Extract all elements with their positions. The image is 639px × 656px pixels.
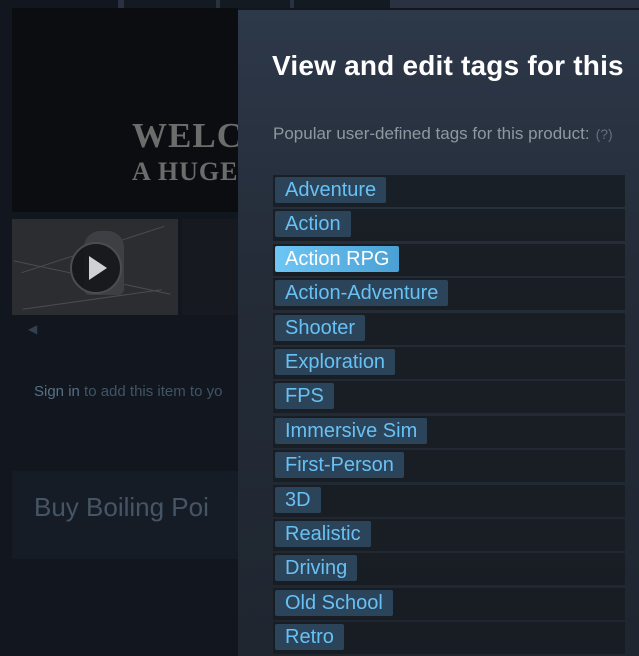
media-strip <box>118 0 639 8</box>
help-hint[interactable]: (?) <box>596 126 613 142</box>
tag-list: Adventure Action Action RPG Action-Adven… <box>273 175 625 656</box>
tag-row: Old School <box>273 587 625 620</box>
purchase-title: Buy Boiling Poi <box>34 492 209 522</box>
tag-row: Adventure <box>273 175 625 207</box>
modal-subtitle-text: Popular user-defined tags for this produ… <box>273 124 590 143</box>
tag-row: First-Person <box>273 450 625 483</box>
tag-shooter[interactable]: Shooter <box>275 314 366 341</box>
tag-action-adventure[interactable]: Action-Adventure <box>275 280 449 307</box>
hero-media-text: WELC A HUGE <box>132 116 238 187</box>
tag-row: Action-Adventure <box>273 278 625 311</box>
tag-action[interactable]: Action <box>275 211 351 238</box>
tag-exploration[interactable]: Exploration <box>275 348 396 375</box>
modal-title: View and edit tags for this <box>272 50 624 81</box>
tag-row: Realistic <box>273 518 625 551</box>
tag-row: Exploration <box>273 346 625 379</box>
tag-action-rpg[interactable]: Action RPG <box>275 245 400 272</box>
signin-prompt-text: to add this item to yo <box>79 383 223 400</box>
tag-row: Action <box>273 209 625 242</box>
tag-row: Shooter <box>273 312 625 345</box>
screenshot-thumbnail[interactable] <box>182 219 238 315</box>
modal-subtitle: Popular user-defined tags for this produ… <box>273 121 613 147</box>
tag-row: FPS <box>273 381 625 414</box>
tag-driving[interactable]: Driving <box>275 555 358 582</box>
tag-fps[interactable]: FPS <box>275 383 334 410</box>
play-icon[interactable] <box>70 242 122 294</box>
tag-row: 3D <box>273 484 625 517</box>
tag-immersive-sim[interactable]: Immersive Sim <box>275 417 428 444</box>
tag-first-person[interactable]: First-Person <box>275 452 404 479</box>
edit-tags-modal: View and edit tags for this Popular user… <box>238 10 639 656</box>
signin-link[interactable]: Sign in <box>34 383 80 400</box>
tag-3d[interactable]: 3D <box>275 486 321 513</box>
hero-media[interactable]: WELC A HUGE <box>12 8 238 212</box>
tag-adventure[interactable]: Adventure <box>275 177 387 203</box>
tag-row: Action RPG <box>273 243 625 276</box>
tag-row: Driving <box>273 553 625 586</box>
signin-prompt: Sign in to add this item to yo <box>34 383 222 400</box>
tag-row: Immersive Sim <box>273 415 625 448</box>
tag-old-school[interactable]: Old School <box>275 589 393 616</box>
tag-realistic[interactable]: Realistic <box>275 520 371 547</box>
tag-row: Retro <box>273 622 625 655</box>
carousel-left-arrow-icon[interactable]: ◀ <box>28 322 37 336</box>
tag-retro[interactable]: Retro <box>275 624 344 651</box>
